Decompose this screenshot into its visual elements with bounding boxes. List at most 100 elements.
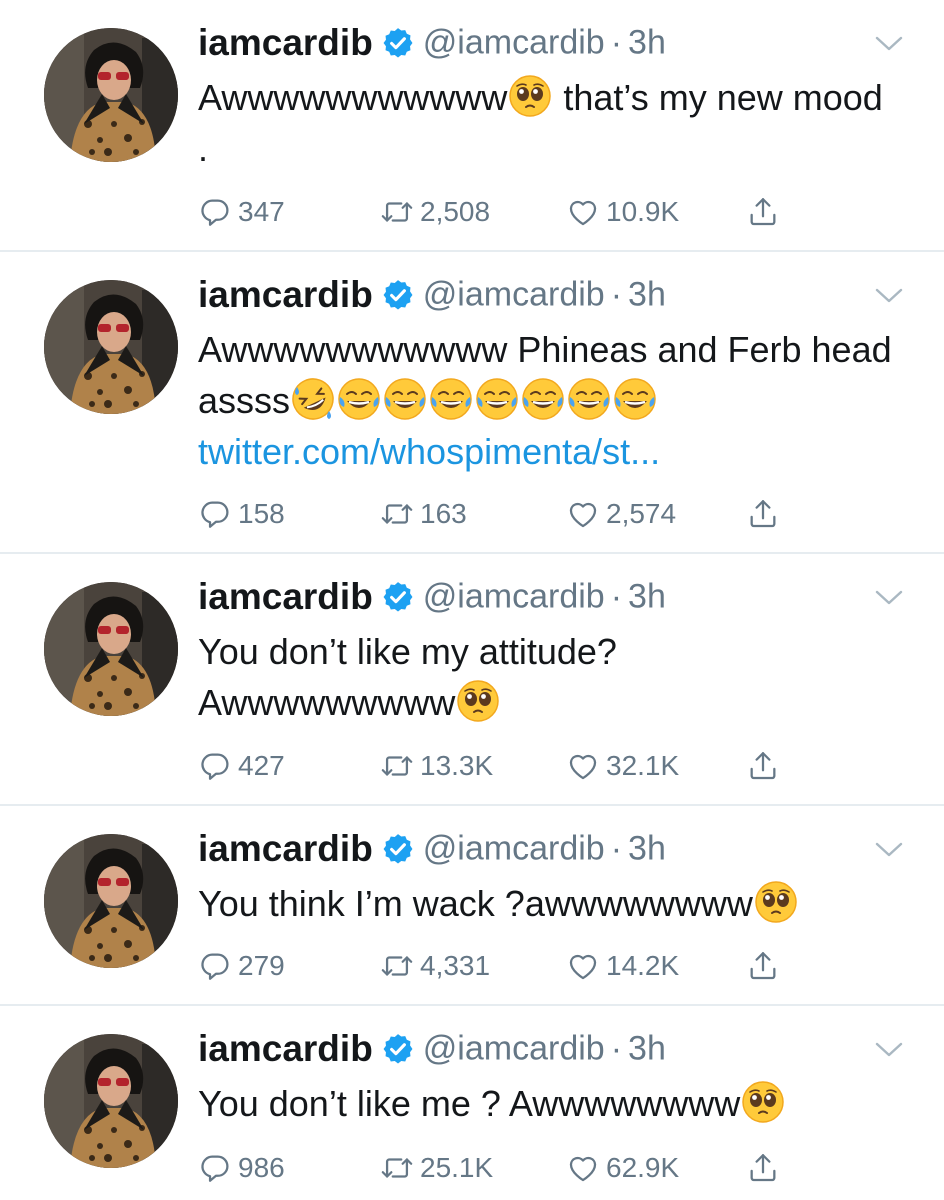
like-button[interactable]: 62.9K <box>566 1146 679 1190</box>
heart-icon <box>566 949 606 983</box>
retweet-count: 25.1K <box>420 1152 494 1183</box>
avatar[interactable] <box>44 834 178 968</box>
chevron-down-icon[interactable] <box>874 286 904 306</box>
username[interactable]: @iamcardib <box>423 24 605 62</box>
share-button[interactable] <box>746 1146 780 1190</box>
reply-button[interactable]: 427 <box>198 744 285 788</box>
display-name[interactable]: iamcardib <box>198 22 373 63</box>
timestamp[interactable]: 3h <box>628 276 666 314</box>
avatar[interactable] <box>44 1034 178 1168</box>
tweet-link[interactable]: twitter.com/whospimenta/st... <box>198 431 660 472</box>
reply-button[interactable]: 158 <box>198 492 285 536</box>
timestamp[interactable]: 3h <box>628 1030 666 1068</box>
share-icon <box>746 497 780 531</box>
emoji-icon <box>755 881 797 923</box>
share-button[interactable] <box>746 744 780 788</box>
heart-icon <box>566 497 606 531</box>
separator-dot: · <box>610 1029 623 1068</box>
verified-badge-icon <box>381 832 415 866</box>
like-count: 10.9K <box>606 196 680 227</box>
reply-button[interactable]: 347 <box>198 190 285 234</box>
retweet-icon <box>380 749 420 783</box>
like-count: 32.1K <box>606 750 680 781</box>
retweet-button[interactable]: 13.3K <box>380 744 493 788</box>
retweet-icon <box>380 1151 420 1185</box>
share-button[interactable] <box>746 190 780 234</box>
like-button[interactable]: 32.1K <box>566 744 679 788</box>
chevron-down-icon[interactable] <box>874 1040 904 1060</box>
reply-button[interactable]: 279 <box>198 944 285 988</box>
reply-icon <box>198 1151 238 1185</box>
share-icon <box>746 195 780 229</box>
username[interactable]: @iamcardib <box>423 830 605 868</box>
reply-count: 427 <box>238 750 285 781</box>
share-button[interactable] <box>746 492 780 536</box>
verified-badge-icon <box>381 26 415 60</box>
display-name[interactable]: iamcardib <box>198 828 373 869</box>
emoji-icon <box>338 378 380 420</box>
retweet-icon <box>380 949 420 983</box>
timestamp[interactable]: 3h <box>628 24 666 62</box>
like-count: 62.9K <box>606 1152 680 1183</box>
emoji-icon <box>430 378 472 420</box>
tweet[interactable]: iamcardib @iamcardib · 3h You don’t like my… <box>0 554 944 806</box>
avatar[interactable] <box>44 582 178 716</box>
share-button[interactable] <box>746 944 780 988</box>
retweet-count: 13.3K <box>420 750 494 781</box>
username[interactable]: @iamcardib <box>423 276 605 314</box>
tweet[interactable]: iamcardib @iamcardib · 3h Awwwwwwwwwww that… <box>0 0 944 252</box>
like-button[interactable]: 10.9K <box>566 190 679 234</box>
display-name[interactable]: iamcardib <box>198 1028 373 1069</box>
username[interactable]: @iamcardib <box>423 578 605 616</box>
tweet[interactable]: iamcardib @iamcardib · 3h Awwwwwwwwwww Phin… <box>0 252 944 554</box>
heart-icon <box>566 195 606 229</box>
reply-count: 279 <box>238 950 285 981</box>
tweet-header: iamcardib @iamcardib · 3h <box>198 828 666 878</box>
username[interactable]: @iamcardib <box>423 1030 605 1068</box>
reply-icon <box>198 749 238 783</box>
timestamp[interactable]: 3h <box>628 830 666 868</box>
share-icon <box>746 749 780 783</box>
chevron-down-icon[interactable] <box>874 588 904 608</box>
display-name[interactable]: iamcardib <box>198 576 373 617</box>
display-name[interactable]: iamcardib <box>198 274 373 315</box>
tweet-header: iamcardib @iamcardib · 3h <box>198 22 666 72</box>
like-button[interactable]: 2,574 <box>566 492 676 536</box>
verified-badge-icon <box>381 580 415 614</box>
heart-icon <box>566 1151 606 1185</box>
separator-dot: · <box>610 829 623 868</box>
reply-count: 347 <box>238 196 285 227</box>
retweet-button[interactable]: 4,331 <box>380 944 490 988</box>
share-icon <box>746 1151 780 1185</box>
emoji-icon <box>522 378 564 420</box>
retweet-icon <box>380 195 420 229</box>
emoji-icon <box>614 378 656 420</box>
emoji-icon <box>568 378 610 420</box>
timestamp[interactable]: 3h <box>628 578 666 616</box>
emoji-icon <box>742 1081 784 1123</box>
reply-count: 986 <box>238 1152 285 1183</box>
retweet-button[interactable]: 25.1K <box>380 1146 493 1190</box>
like-button[interactable]: 14.2K <box>566 944 679 988</box>
retweet-button[interactable]: 2,508 <box>380 190 490 234</box>
chevron-down-icon[interactable] <box>874 34 904 54</box>
emoji-icon <box>509 75 552 117</box>
tweet[interactable]: iamcardib @iamcardib · 3h You don’t like me… <box>0 1006 944 1200</box>
share-icon <box>746 949 780 983</box>
retweet-icon <box>380 497 420 531</box>
separator-dot: · <box>610 275 623 314</box>
retweet-button[interactable]: 163 <box>380 492 467 536</box>
verified-badge-icon <box>381 1032 415 1066</box>
chevron-down-icon[interactable] <box>874 840 904 860</box>
tweet-actions: 279 4,331 14.2K <box>198 944 838 988</box>
tweet-text: Awwwwwwwwwww Phineas and Ferb head assss… <box>198 329 892 472</box>
reply-button[interactable]: 986 <box>198 1146 285 1190</box>
retweet-count: 163 <box>420 498 467 529</box>
avatar[interactable] <box>44 28 178 162</box>
tweet[interactable]: iamcardib @iamcardib · 3h You think I’m wac… <box>0 806 944 1006</box>
separator-dot: · <box>610 23 623 62</box>
tweet-header: iamcardib @iamcardib · 3h <box>198 1028 666 1078</box>
avatar[interactable] <box>44 280 178 414</box>
verified-badge-icon <box>381 278 415 312</box>
tweet-text: You don’t like my attitude? Awwwwwwwww <box>198 631 617 723</box>
